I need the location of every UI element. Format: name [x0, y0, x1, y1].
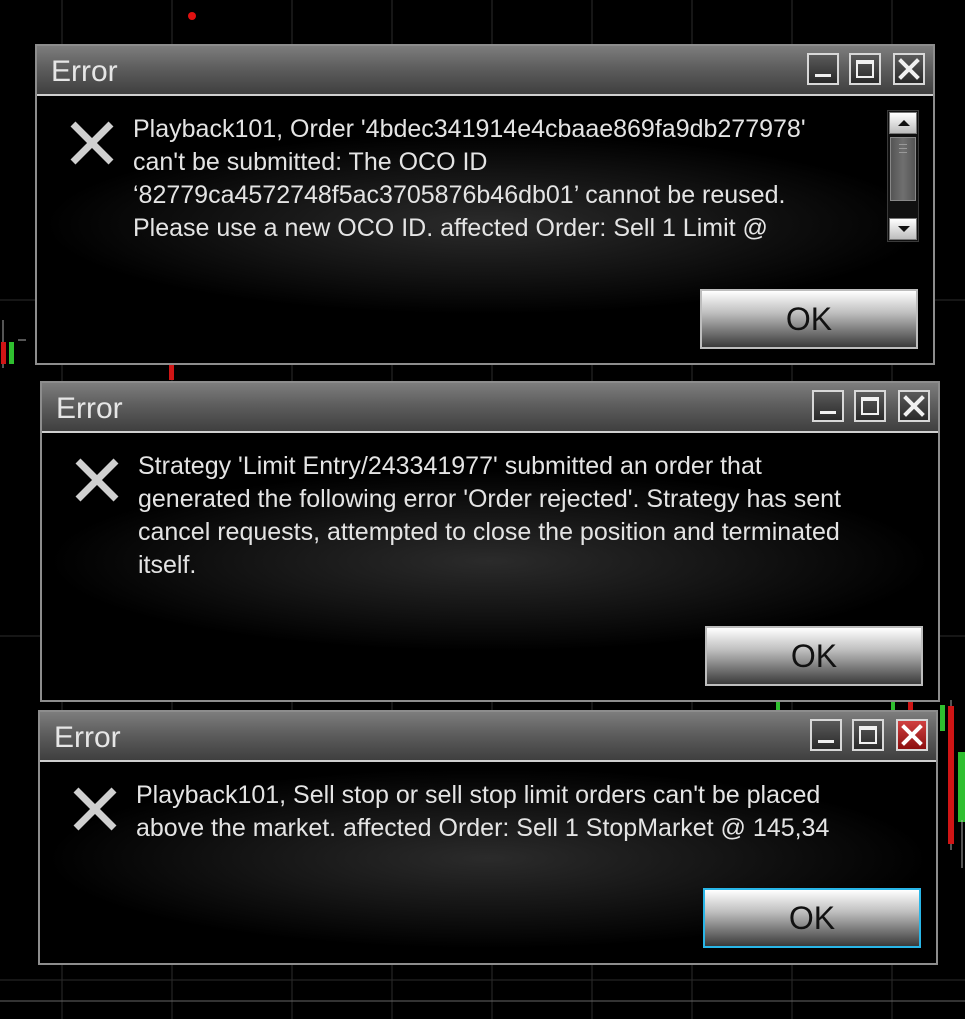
title-bar[interactable]: Error	[42, 383, 938, 433]
close-icon	[903, 395, 925, 417]
title-bar[interactable]: Error	[37, 46, 933, 96]
error-x-icon	[73, 787, 117, 831]
candle	[958, 752, 965, 822]
ok-button[interactable]: OK	[703, 888, 921, 948]
maximize-icon	[856, 60, 874, 78]
close-button[interactable]	[898, 390, 930, 422]
dialog-body: Playback101, Sell stop or sell stop limi…	[40, 762, 936, 963]
minimize-button[interactable]	[807, 53, 839, 85]
scroll-up-button[interactable]	[889, 112, 917, 134]
ok-button[interactable]: OK	[700, 289, 918, 349]
error-message: Playback101, Order '4bdec341914e4cbaae86…	[133, 113, 806, 245]
candle	[9, 342, 14, 364]
dialog-title: Error	[56, 392, 123, 425]
candle	[948, 706, 954, 844]
dialog-body: Playback101, Order '4bdec341914e4cbaae86…	[37, 96, 933, 363]
close-button[interactable]	[896, 719, 928, 751]
scroll-up-arrow-icon	[898, 120, 910, 126]
error-message: Strategy 'Limit Entry/243341977' submitt…	[138, 450, 841, 582]
maximize-icon	[859, 726, 877, 744]
message-line: Please use a new OCO ID. affected Order:…	[133, 214, 768, 242]
dialog-body: Strategy 'Limit Entry/243341977' submitt…	[42, 433, 938, 700]
minimize-button[interactable]	[810, 719, 842, 751]
message-line: above the market. affected Order: Sell 1…	[136, 814, 830, 842]
message-line: Playback101, Sell stop or sell stop limi…	[136, 781, 821, 809]
message-scrollbar[interactable]	[887, 110, 919, 242]
message-line: ‘82779ca4572748f5ac3705876b46db01’ canno…	[133, 181, 786, 209]
close-icon	[898, 58, 920, 80]
message-line: can't be submitted: The OCO ID	[133, 148, 488, 176]
dialog-title: Error	[51, 55, 118, 88]
close-button[interactable]	[893, 53, 925, 85]
candle	[940, 705, 945, 731]
error-dialog-stop-order: Error Playback101, Sell stop or sell sto…	[38, 710, 938, 965]
ok-button[interactable]: OK	[705, 626, 923, 686]
minimize-icon	[818, 740, 834, 743]
title-bar[interactable]: Error	[40, 712, 936, 762]
dialog-title: Error	[54, 721, 121, 754]
close-icon	[901, 724, 923, 746]
error-dialog-oco: Error Playback101, Order '4bdec341914e4c…	[35, 44, 935, 365]
error-dialog-strategy: Error Strategy 'Limit Entry/243341977' s…	[40, 381, 940, 702]
message-line: Playback101, Order '4bdec341914e4cbaae86…	[133, 115, 806, 143]
maximize-button[interactable]	[849, 53, 881, 85]
chart-marker-dot	[188, 12, 196, 20]
message-line: itself.	[138, 551, 197, 579]
maximize-icon	[861, 397, 879, 415]
error-message: Playback101, Sell stop or sell stop limi…	[136, 779, 829, 845]
scroll-down-arrow-icon	[898, 226, 910, 232]
minimize-icon	[820, 411, 836, 414]
message-line: Strategy 'Limit Entry/243341977' submitt…	[138, 452, 762, 480]
maximize-button[interactable]	[852, 719, 884, 751]
message-line: cancel requests, attempted to close the …	[138, 518, 840, 546]
scroll-thumb[interactable]	[890, 137, 916, 201]
candle	[1, 342, 6, 364]
message-line: generated the following error 'Order rej…	[138, 485, 841, 513]
maximize-button[interactable]	[854, 390, 886, 422]
minimize-icon	[815, 74, 831, 77]
error-x-icon	[70, 121, 114, 165]
error-x-icon	[75, 458, 119, 502]
minimize-button[interactable]	[812, 390, 844, 422]
scroll-down-button[interactable]	[889, 218, 917, 240]
